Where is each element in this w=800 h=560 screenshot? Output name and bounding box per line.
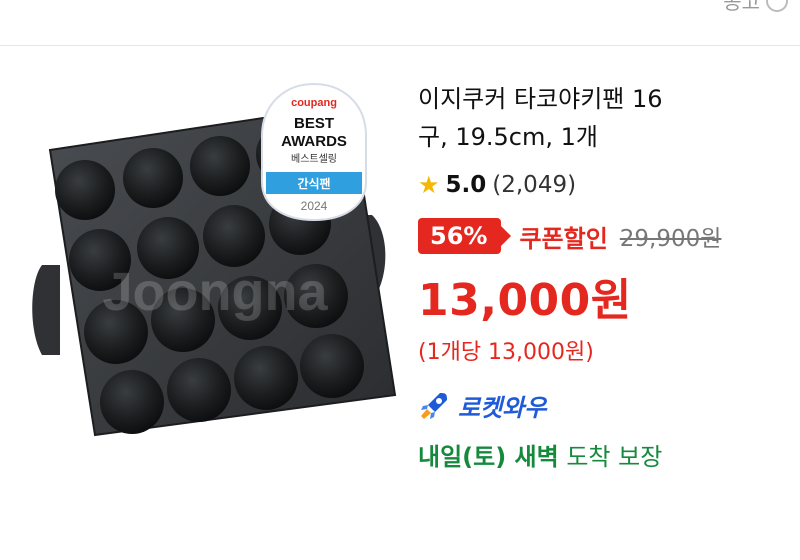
product-title-line2: 구, 19.5cm, 1개 bbox=[418, 123, 598, 151]
sale-price: 13,000원 bbox=[418, 275, 632, 326]
discount-row: 56% 쿠폰할인 29,900원 bbox=[418, 218, 788, 254]
delivery-date: 내일(토) 새벽 bbox=[418, 443, 559, 471]
badge-line2: AWARDS bbox=[281, 133, 347, 150]
badge-line3: 베스트셀링 bbox=[291, 153, 337, 165]
badge-category: 간식팬 bbox=[297, 176, 330, 191]
badge-brand: coupang bbox=[291, 97, 337, 109]
rocket-label: 로켓와우 bbox=[458, 394, 547, 422]
rocket-delivery-row: 로켓와우 bbox=[418, 388, 788, 423]
coupon-label: 쿠폰할인 bbox=[519, 224, 608, 253]
product-info: 이지쿠커 타코야키팬 16 구, 19.5cm, 1개 ★ 5.0 (2,049… bbox=[418, 80, 788, 472]
discount-badge: 56% bbox=[418, 218, 502, 254]
product-title-line1: 이지쿠커 타코야키팬 16 bbox=[418, 85, 663, 113]
rating-score: 5.0 bbox=[445, 172, 487, 198]
best-awards-badge: coupang BEST AWARDS 베스트셀링 간식팬 2024 bbox=[261, 82, 367, 222]
top-bar: 공고 bbox=[0, 0, 800, 46]
delivery-info: 내일(토) 새벽 도착 보장 bbox=[418, 437, 788, 472]
badge-line1: BEST bbox=[294, 115, 334, 132]
rating-row[interactable]: ★ 5.0 (2,049) bbox=[418, 172, 788, 198]
product-title[interactable]: 이지쿠커 타코야키팬 16 구, 19.5cm, 1개 bbox=[418, 80, 788, 156]
badge-year: 2024 bbox=[301, 199, 328, 213]
unit-price: (1개당 13,000원) bbox=[418, 340, 594, 365]
star-icon: ★ bbox=[418, 171, 440, 199]
rocket-icon bbox=[421, 392, 447, 419]
rating-count: (2,049) bbox=[492, 172, 577, 198]
top-bar-partial: 공고 bbox=[723, 0, 788, 15]
watermark-text: Joongna bbox=[103, 262, 329, 322]
delivery-guarantee: 도착 보장 bbox=[558, 443, 663, 471]
original-price: 29,900원 bbox=[619, 226, 722, 252]
circle-icon[interactable] bbox=[766, 0, 788, 12]
top-bar-partial-text: 공고 bbox=[723, 0, 760, 14]
